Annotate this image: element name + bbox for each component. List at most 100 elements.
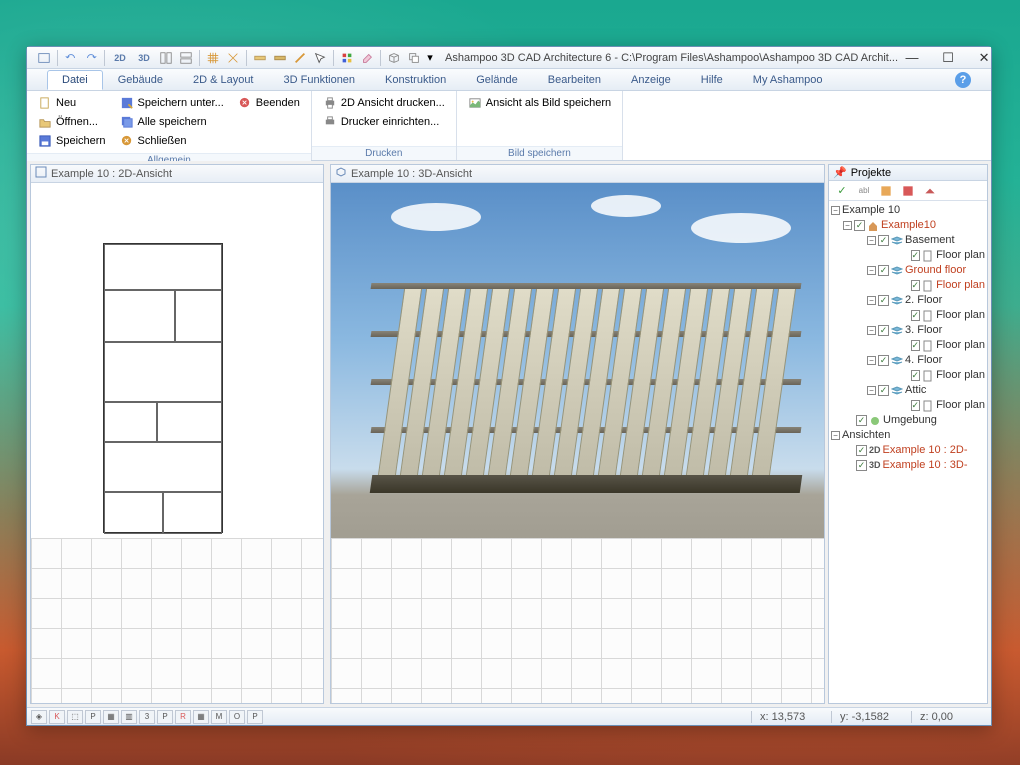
tree-node[interactable]: ✓Floor plan (903, 248, 985, 263)
layout-button[interactable] (177, 49, 195, 67)
sb-button[interactable]: P (247, 710, 263, 724)
tree-node[interactable]: −✓Attic (867, 383, 985, 398)
checkbox[interactable]: ✓ (856, 445, 867, 456)
sb-button[interactable]: ◈ (31, 710, 47, 724)
dropdown-button[interactable]: ▾ (425, 49, 435, 67)
checkbox[interactable]: ✓ (878, 295, 889, 306)
tree-tool-button[interactable] (877, 182, 895, 200)
checkbox[interactable]: ✓ (911, 280, 921, 291)
expand-icon[interactable]: − (831, 431, 840, 440)
expand-icon[interactable]: − (867, 266, 876, 275)
expand-icon[interactable]: − (831, 206, 840, 215)
maximize-button[interactable]: ☐ (934, 49, 962, 67)
checkbox[interactable]: ✓ (856, 460, 867, 471)
tree-node[interactable]: −✓Example10 (843, 218, 985, 233)
tree-node[interactable]: ✓Floor plan (903, 308, 985, 323)
expand-icon[interactable]: − (867, 356, 876, 365)
2d-view-header[interactable]: Example 10 : 2D-Ansicht (31, 165, 323, 183)
ribbon-2d-ansicht-drucken--button[interactable]: 2D Ansicht drucken... (318, 94, 450, 112)
tree-node[interactable]: ✓Umgebung (843, 413, 985, 428)
tree-root[interactable]: −Example 10 (831, 203, 985, 218)
expand-icon[interactable]: − (867, 236, 876, 245)
sb-button[interactable]: M (211, 710, 227, 724)
expand-icon[interactable]: − (867, 326, 876, 335)
ribbon-speichern-button[interactable]: Speichern (33, 132, 111, 150)
tree-tool-button[interactable] (921, 182, 939, 200)
checkbox[interactable]: ✓ (854, 220, 865, 231)
tree-node[interactable]: −✓2. Floor (867, 293, 985, 308)
copy-button[interactable] (405, 49, 423, 67)
tree-node[interactable]: ✓Floor plan (903, 278, 985, 293)
color-button[interactable] (338, 49, 356, 67)
tree-node[interactable]: ✓Floor plan (903, 398, 985, 413)
checkbox[interactable]: ✓ (911, 400, 921, 411)
ribbon-speichern-unter--button[interactable]: Speichern unter... (115, 94, 229, 112)
view-button[interactable] (157, 49, 175, 67)
ruler-button[interactable] (251, 49, 269, 67)
checkbox[interactable]: ✓ (911, 310, 921, 321)
sb-button[interactable]: ⬚ (67, 710, 83, 724)
ribbon-schlie-en-button[interactable]: Schließen (115, 132, 229, 150)
menu-tab-anzeige[interactable]: Anzeige (616, 70, 686, 90)
ribbon-ansicht-als-bild-speichern-button[interactable]: Ansicht als Bild speichern (463, 94, 616, 112)
tree-node[interactable]: ✓Floor plan (903, 368, 985, 383)
box-button[interactable] (385, 49, 403, 67)
tree-node[interactable]: −✓4. Floor (867, 353, 985, 368)
menu-tab-bearbeiten[interactable]: Bearbeiten (533, 70, 616, 90)
sb-button[interactable]: ▥ (121, 710, 137, 724)
tree-node[interactable]: −✓3. Floor (867, 323, 985, 338)
measure-button[interactable] (271, 49, 289, 67)
tree-node[interactable]: −✓Ground floor (867, 263, 985, 278)
tree-body[interactable]: −Example 10−✓Example10−✓Basement✓Floor p… (829, 201, 987, 703)
qat-button[interactable] (35, 49, 53, 67)
menu-tab-hilfe[interactable]: Hilfe (686, 70, 738, 90)
help-icon[interactable]: ? (955, 72, 971, 88)
sb-button[interactable]: K (49, 710, 65, 724)
expand-icon[interactable]: − (843, 221, 852, 230)
tree-check-button[interactable]: ✓ (833, 182, 851, 200)
tree-tool-button[interactable] (899, 182, 917, 200)
snap-button[interactable] (224, 49, 242, 67)
expand-icon[interactable]: − (867, 386, 876, 395)
checkbox[interactable]: ✓ (878, 355, 889, 366)
minimize-button[interactable]: — (898, 49, 926, 67)
2d-view-canvas[interactable] (31, 183, 323, 703)
close-button[interactable]: ✕ (970, 49, 998, 67)
eraser-button[interactable] (358, 49, 376, 67)
tree-view-item[interactable]: ✓2D Example 10 : 2D- (843, 443, 985, 458)
undo-button[interactable] (62, 49, 80, 67)
2d-button[interactable]: 2D (109, 49, 131, 67)
checkbox[interactable]: ✓ (911, 370, 921, 381)
tool-button[interactable] (291, 49, 309, 67)
checkbox[interactable]: ✓ (911, 250, 921, 261)
menu-tab-gel-nde[interactable]: Gelände (461, 70, 533, 90)
ribbon-alle-speichern-button[interactable]: Alle speichern (115, 113, 229, 131)
ribbon-beenden-button[interactable]: Beenden (233, 94, 305, 112)
grid-button[interactable] (204, 49, 222, 67)
menu-tab-2d-layout[interactable]: 2D & Layout (178, 70, 269, 90)
sb-button[interactable]: 3 (139, 710, 155, 724)
menu-tab-geb-ude[interactable]: Gebäude (103, 70, 178, 90)
redo-button[interactable] (82, 49, 100, 67)
sb-button[interactable]: O (229, 710, 245, 724)
menu-tab-datei[interactable]: Datei (47, 70, 103, 90)
checkbox[interactable]: ✓ (878, 385, 889, 396)
tree-node[interactable]: −✓Basement (867, 233, 985, 248)
tree-rename-button[interactable]: abl (855, 182, 873, 200)
3d-button[interactable]: 3D (133, 49, 155, 67)
ribbon--ffnen--button[interactable]: Öffnen... (33, 113, 111, 131)
sb-button[interactable]: P (157, 710, 173, 724)
sb-button[interactable]: P (85, 710, 101, 724)
checkbox[interactable]: ✓ (878, 325, 889, 336)
menu-tab-3d-funktionen[interactable]: 3D Funktionen (269, 70, 371, 90)
3d-view-canvas[interactable]: document.write(Array.from({length:18},(_… (331, 183, 824, 703)
checkbox[interactable]: ✓ (856, 415, 867, 426)
tree-node[interactable]: ✓Floor plan (903, 338, 985, 353)
sb-button[interactable]: R (175, 710, 191, 724)
pin-icon[interactable]: 📌 (833, 166, 847, 179)
sb-button[interactable]: ▦ (103, 710, 119, 724)
menu-tab-konstruktion[interactable]: Konstruktion (370, 70, 461, 90)
3d-view-header[interactable]: Example 10 : 3D-Ansicht (331, 165, 824, 183)
ribbon-neu-button[interactable]: Neu (33, 94, 111, 112)
tree-view-item[interactable]: ✓3D Example 10 : 3D- (843, 458, 985, 473)
